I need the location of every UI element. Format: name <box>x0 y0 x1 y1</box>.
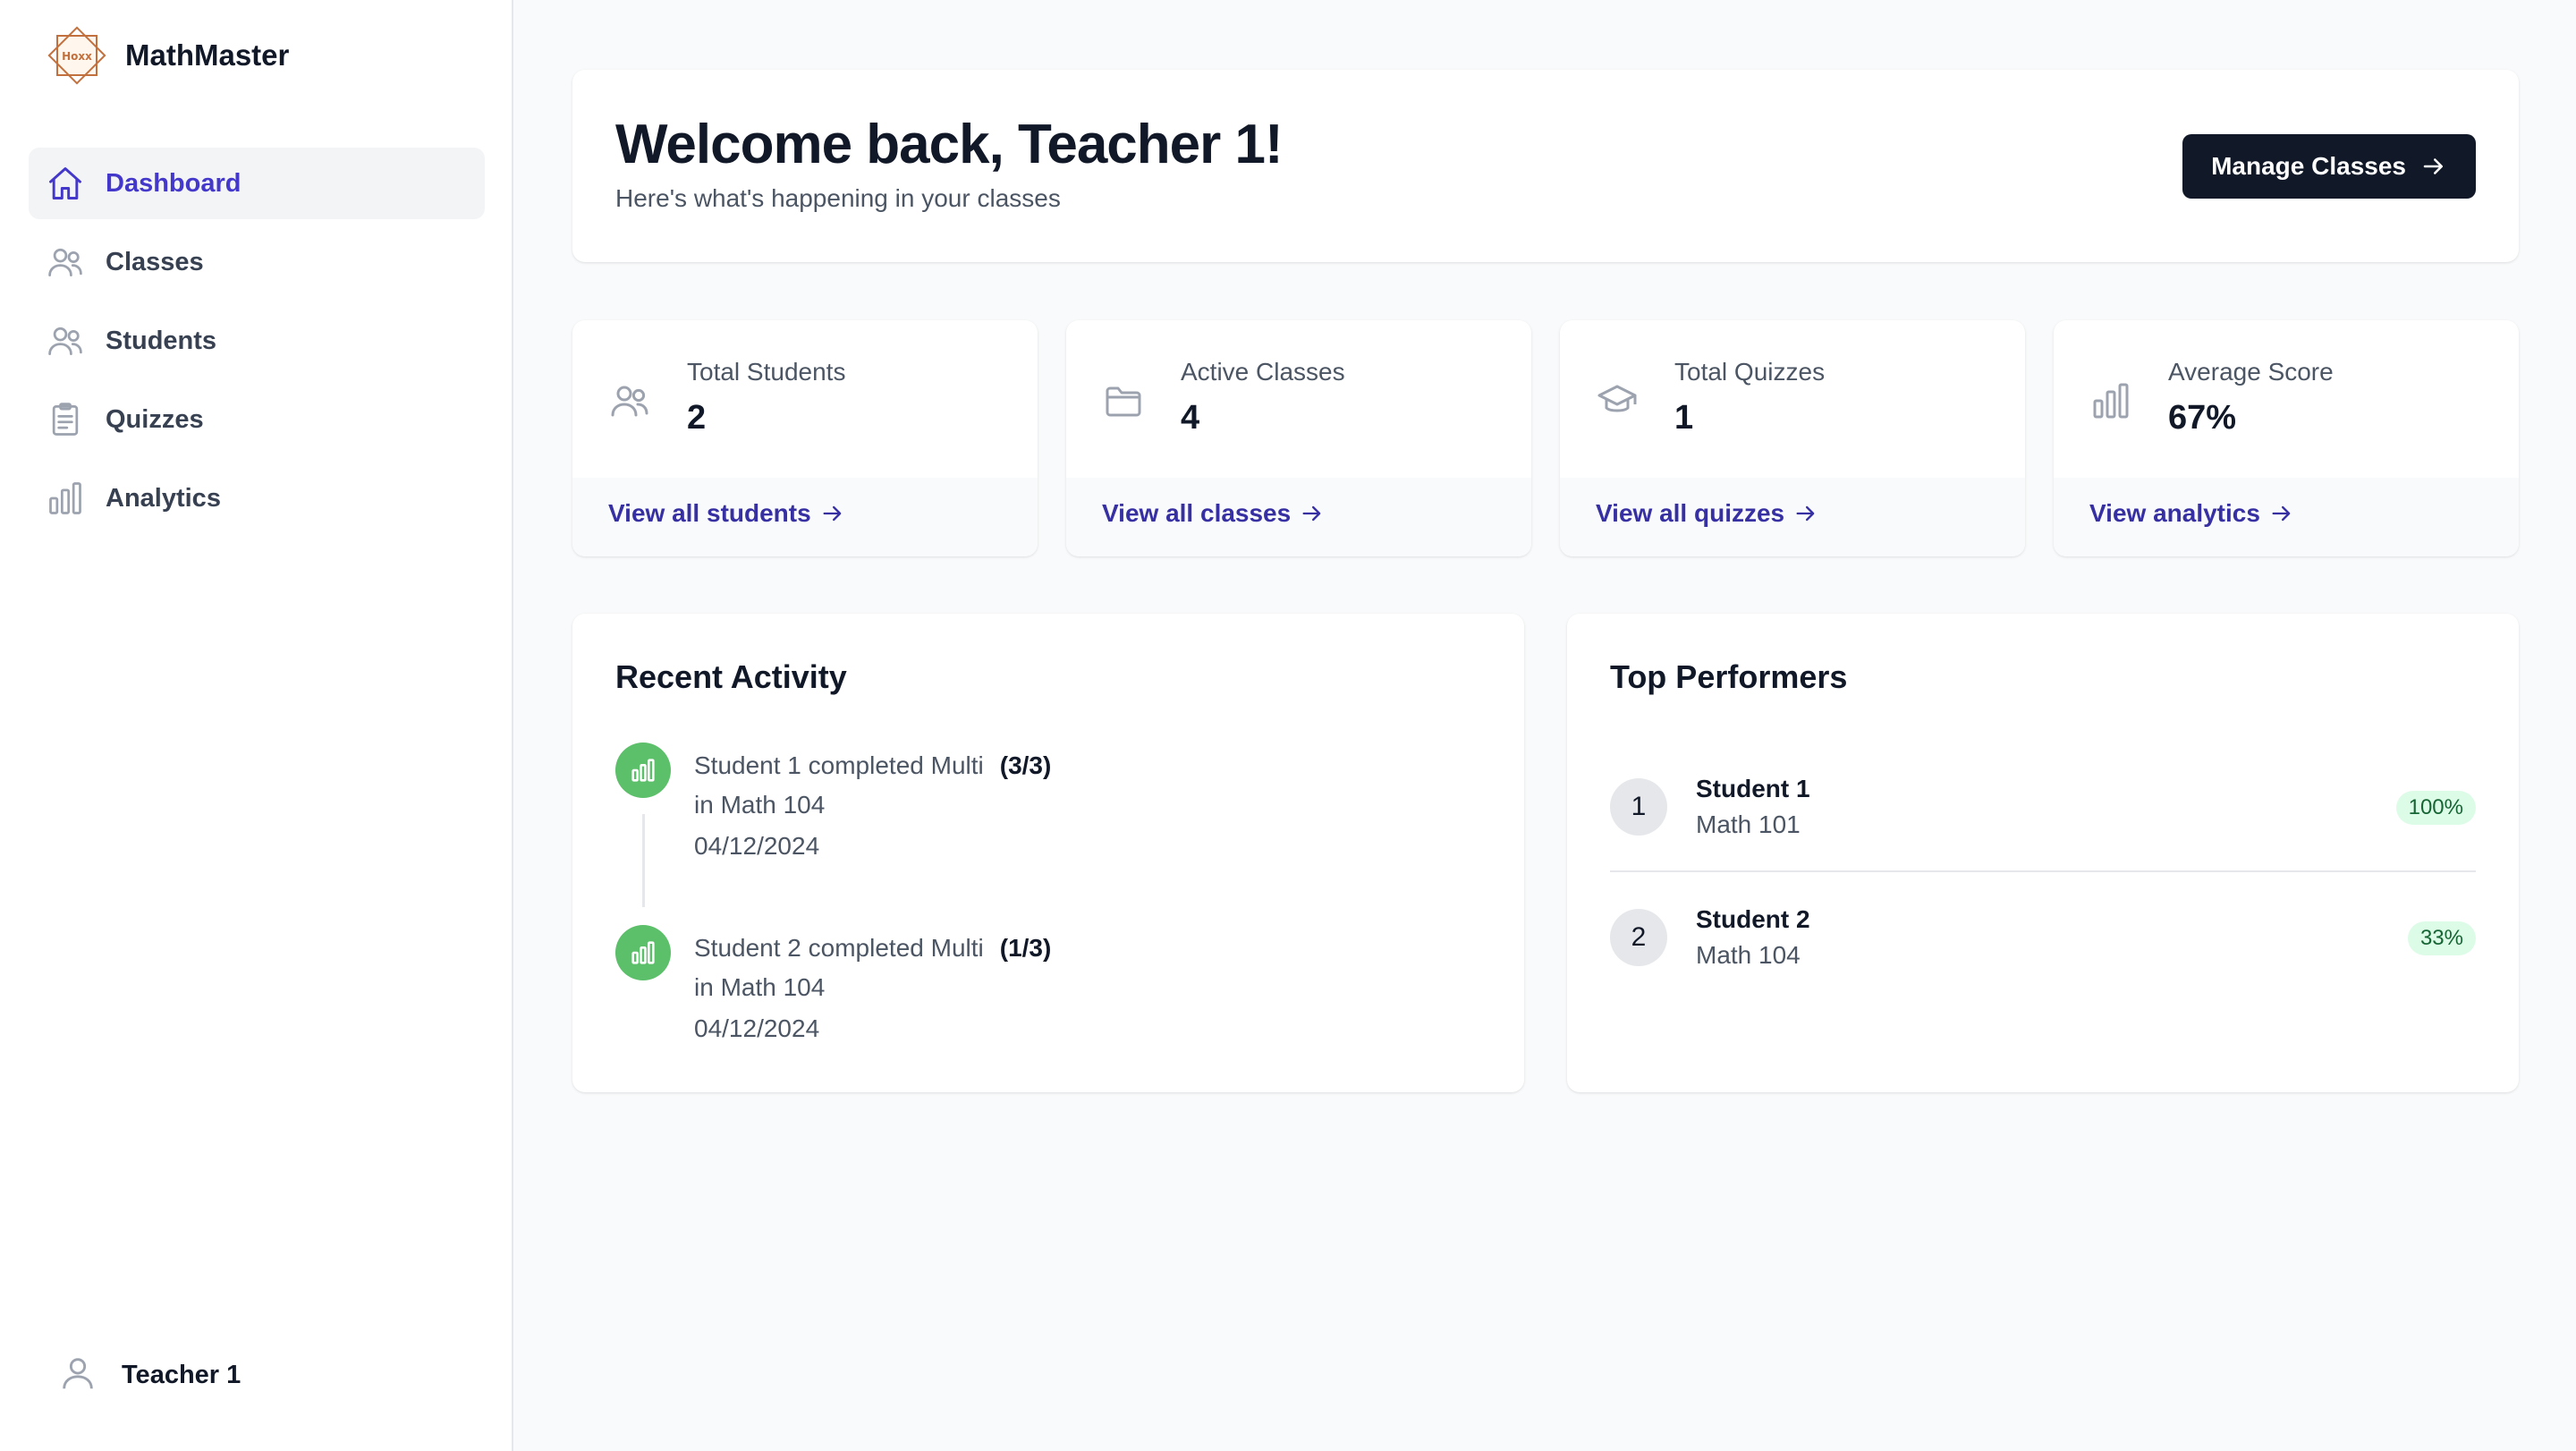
sidebar-item-label: Students <box>106 326 217 355</box>
folder-icon <box>1106 386 1141 417</box>
manage-classes-label: Manage Classes <box>2211 152 2406 180</box>
stat-value: 4 <box>1181 399 1200 437</box>
activity-score: (3/3) <box>999 751 1052 779</box>
performer-class: Math 104 <box>1696 941 1801 969</box>
arrow-right-icon <box>823 505 842 522</box>
activity-date: 04/12/2024 <box>694 832 820 860</box>
stat-label: Total Students <box>687 358 846 386</box>
stat-value: 67% <box>2168 399 2237 437</box>
home-icon <box>45 163 86 204</box>
user-icon <box>57 1353 98 1398</box>
stat-label: Active Classes <box>1181 358 1345 386</box>
top-performers-panel: Top Performers 1 Student 1 Math 101 100%… <box>1567 614 2519 1092</box>
performer-name: Student 2 <box>1696 905 1810 933</box>
sidebar-item-label: Classes <box>106 247 204 276</box>
user-name: Teacher 1 <box>122 1361 242 1389</box>
activity-description: Student 1 completed Multi <box>694 751 984 779</box>
arrow-right-icon <box>2272 505 2291 522</box>
sidebar: Hoxx MathMaster Dashboard Classes Studen… <box>0 0 513 1451</box>
activity-text: Student 1 completed Multi (3/3) in Math 1… <box>694 746 1051 825</box>
recent-activity-panel: Recent Activity Student 1 completed Mult… <box>572 614 1524 1092</box>
divider <box>1610 870 2476 872</box>
stat-card-average-score: Average Score 67% View analytics <box>2054 320 2519 556</box>
performer-row[interactable]: 1 Student 1 Math 101 100% <box>1610 757 2476 864</box>
users-icon <box>45 320 86 361</box>
sidebar-item-classes[interactable]: Classes <box>29 226 485 298</box>
score-badge: 33% <box>2407 921 2476 955</box>
performer-row[interactable]: 2 Student 2 Math 104 33% <box>1610 887 2476 995</box>
stat-card-total-students: Total Students 2 View all students <box>572 320 1038 556</box>
panel-title: Recent Activity <box>615 658 847 695</box>
user-profile[interactable]: Teacher 1 <box>57 1353 241 1398</box>
stat-value: 2 <box>687 399 707 437</box>
sidebar-item-label: Dashboard <box>106 168 242 198</box>
performer-class: Math 101 <box>1696 810 1801 838</box>
sidebar-item-students[interactable]: Students <box>29 305 485 377</box>
link-label: View all classes <box>1102 499 1292 527</box>
app-name: MathMaster <box>125 38 290 72</box>
stat-label: Average Score <box>2168 358 2334 386</box>
stat-label: Total Quizzes <box>1674 358 1826 386</box>
activity-date: 04/12/2024 <box>694 1014 820 1042</box>
view-all-students-link[interactable]: View all students <box>608 499 845 528</box>
activity-chart-icon <box>615 925 671 980</box>
sidebar-item-dashboard[interactable]: Dashboard <box>29 148 485 219</box>
welcome-card: Welcome back, Teacher 1! Here's what's h… <box>572 70 2519 262</box>
bar-chart-icon <box>45 478 86 519</box>
clipboard-icon <box>45 399 86 440</box>
stat-card-active-classes: Active Classes 4 View all classes <box>1066 320 1531 556</box>
users-icon <box>45 242 86 283</box>
page-subtitle: Here's what's happening in your classes <box>615 184 1061 212</box>
view-all-quizzes-link[interactable]: View all quizzes <box>1596 499 1818 528</box>
users-icon <box>611 386 648 417</box>
activity-chart-icon <box>615 742 671 798</box>
performer-name: Student 1 <box>1696 775 1810 802</box>
rank-badge: 2 <box>1610 909 1667 966</box>
sidebar-nav: Dashboard Classes Students Quizzes Analy… <box>29 148 485 541</box>
arrow-right-icon <box>1796 505 1815 522</box>
svg-text:Hoxx: Hoxx <box>62 50 92 63</box>
sidebar-item-analytics[interactable]: Analytics <box>29 462 485 534</box>
view-all-classes-link[interactable]: View all classes <box>1102 499 1325 528</box>
stat-card-total-quizzes: Total Quizzes 1 View all quizzes <box>1560 320 2025 556</box>
manage-classes-button[interactable]: Manage Classes <box>2182 134 2476 199</box>
sidebar-item-quizzes[interactable]: Quizzes <box>29 384 485 455</box>
activity-score: (1/3) <box>999 934 1052 962</box>
view-analytics-link[interactable]: View analytics <box>2089 499 2294 528</box>
score-badge: 100% <box>2395 791 2476 825</box>
arrow-right-icon <box>2423 158 2443 174</box>
link-label: View analytics <box>2089 499 2260 527</box>
stat-value: 1 <box>1674 399 1694 437</box>
activity-class: in Math 104 <box>694 791 826 819</box>
graduation-cap-icon <box>1597 385 1637 412</box>
activity-class: in Math 104 <box>694 973 826 1001</box>
bar-chart-icon <box>2093 383 2129 419</box>
brand[interactable]: Hoxx MathMaster <box>45 23 289 88</box>
timeline-connector <box>642 814 645 907</box>
link-label: View all quizzes <box>1596 499 1785 527</box>
mathmaster-logo-icon: Hoxx <box>47 26 106 85</box>
activity-text: Student 2 completed Multi (1/3) in Math 1… <box>694 929 1051 1007</box>
activity-description: Student 2 completed Multi <box>694 934 984 962</box>
rank-badge: 1 <box>1610 778 1667 836</box>
sidebar-item-label: Analytics <box>106 483 221 513</box>
page-title: Welcome back, Teacher 1! <box>615 114 1284 175</box>
sidebar-item-label: Quizzes <box>106 404 204 434</box>
arrow-right-icon <box>1302 505 1321 522</box>
panel-title: Top Performers <box>1610 658 1848 695</box>
link-label: View all students <box>608 499 811 527</box>
